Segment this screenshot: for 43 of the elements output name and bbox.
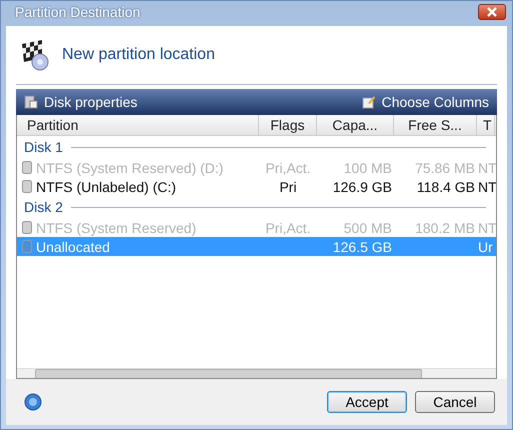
column-header[interactable]: Free S... bbox=[394, 115, 477, 135]
column-header[interactable]: Flags bbox=[259, 115, 317, 135]
column-header[interactable]: Capa... bbox=[317, 115, 394, 135]
partition-row[interactable]: NTFS (Unlabeled) (C:) Pri 126.9 GB 118.4 GB NT bbox=[17, 177, 496, 196]
table-cell: 500 MB bbox=[344, 220, 392, 236]
drive-icon bbox=[22, 180, 32, 193]
close-button[interactable] bbox=[478, 4, 506, 20]
column-header[interactable]: Partition bbox=[17, 115, 259, 135]
checkered-flag-icon bbox=[20, 38, 50, 72]
dialog-button[interactable]: Cancel bbox=[415, 391, 495, 413]
table-cell: Pri,Act. bbox=[265, 160, 311, 176]
table-cell: Unallocated bbox=[36, 238, 110, 254]
help-icon[interactable] bbox=[24, 393, 42, 411]
disk-icon bbox=[24, 95, 38, 109]
table-cell: Pri,Act. bbox=[265, 220, 311, 236]
table-cell: NT bbox=[478, 160, 496, 176]
column-header[interactable]: T bbox=[477, 115, 495, 135]
table-cell: NT bbox=[478, 178, 496, 194]
table-cell: NTFS (System Reserved) bbox=[36, 220, 196, 236]
table-cell: 100 MB bbox=[344, 160, 392, 176]
choose-columns-button[interactable]: Choose Columns bbox=[362, 94, 489, 110]
disk-group-label: Disk 1 bbox=[24, 139, 63, 155]
drive-icon bbox=[22, 161, 32, 174]
table-cell: 126.5 GB bbox=[332, 238, 392, 254]
table-cell: NTFS (Unlabeled) (C:) bbox=[36, 178, 176, 194]
table-cell: Pri bbox=[279, 178, 297, 194]
dialog-button[interactable]: Accept bbox=[327, 391, 407, 413]
drive-icon bbox=[22, 240, 32, 253]
drive-icon bbox=[22, 221, 32, 234]
disk-properties-button[interactable]: Disk properties bbox=[24, 94, 138, 110]
table-cell: NT bbox=[478, 220, 496, 236]
table-cell: 118.4 GB bbox=[416, 178, 475, 194]
table-cell: 126.9 GB bbox=[332, 178, 392, 194]
window-title: Partition Destination bbox=[15, 4, 140, 20]
horizontal-scrollbar[interactable] bbox=[17, 368, 496, 378]
disk-group-label: Disk 2 bbox=[24, 199, 63, 215]
close-icon bbox=[486, 7, 498, 17]
header-title: New partition location bbox=[62, 46, 215, 64]
table-cell: 75.86 MB bbox=[415, 160, 475, 176]
table-cell: NTFS (System Reserved) (D:) bbox=[36, 160, 224, 176]
table-cell: Ur bbox=[478, 238, 493, 254]
table-cell: 180.2 MB bbox=[415, 220, 475, 236]
note-icon bbox=[362, 95, 376, 109]
